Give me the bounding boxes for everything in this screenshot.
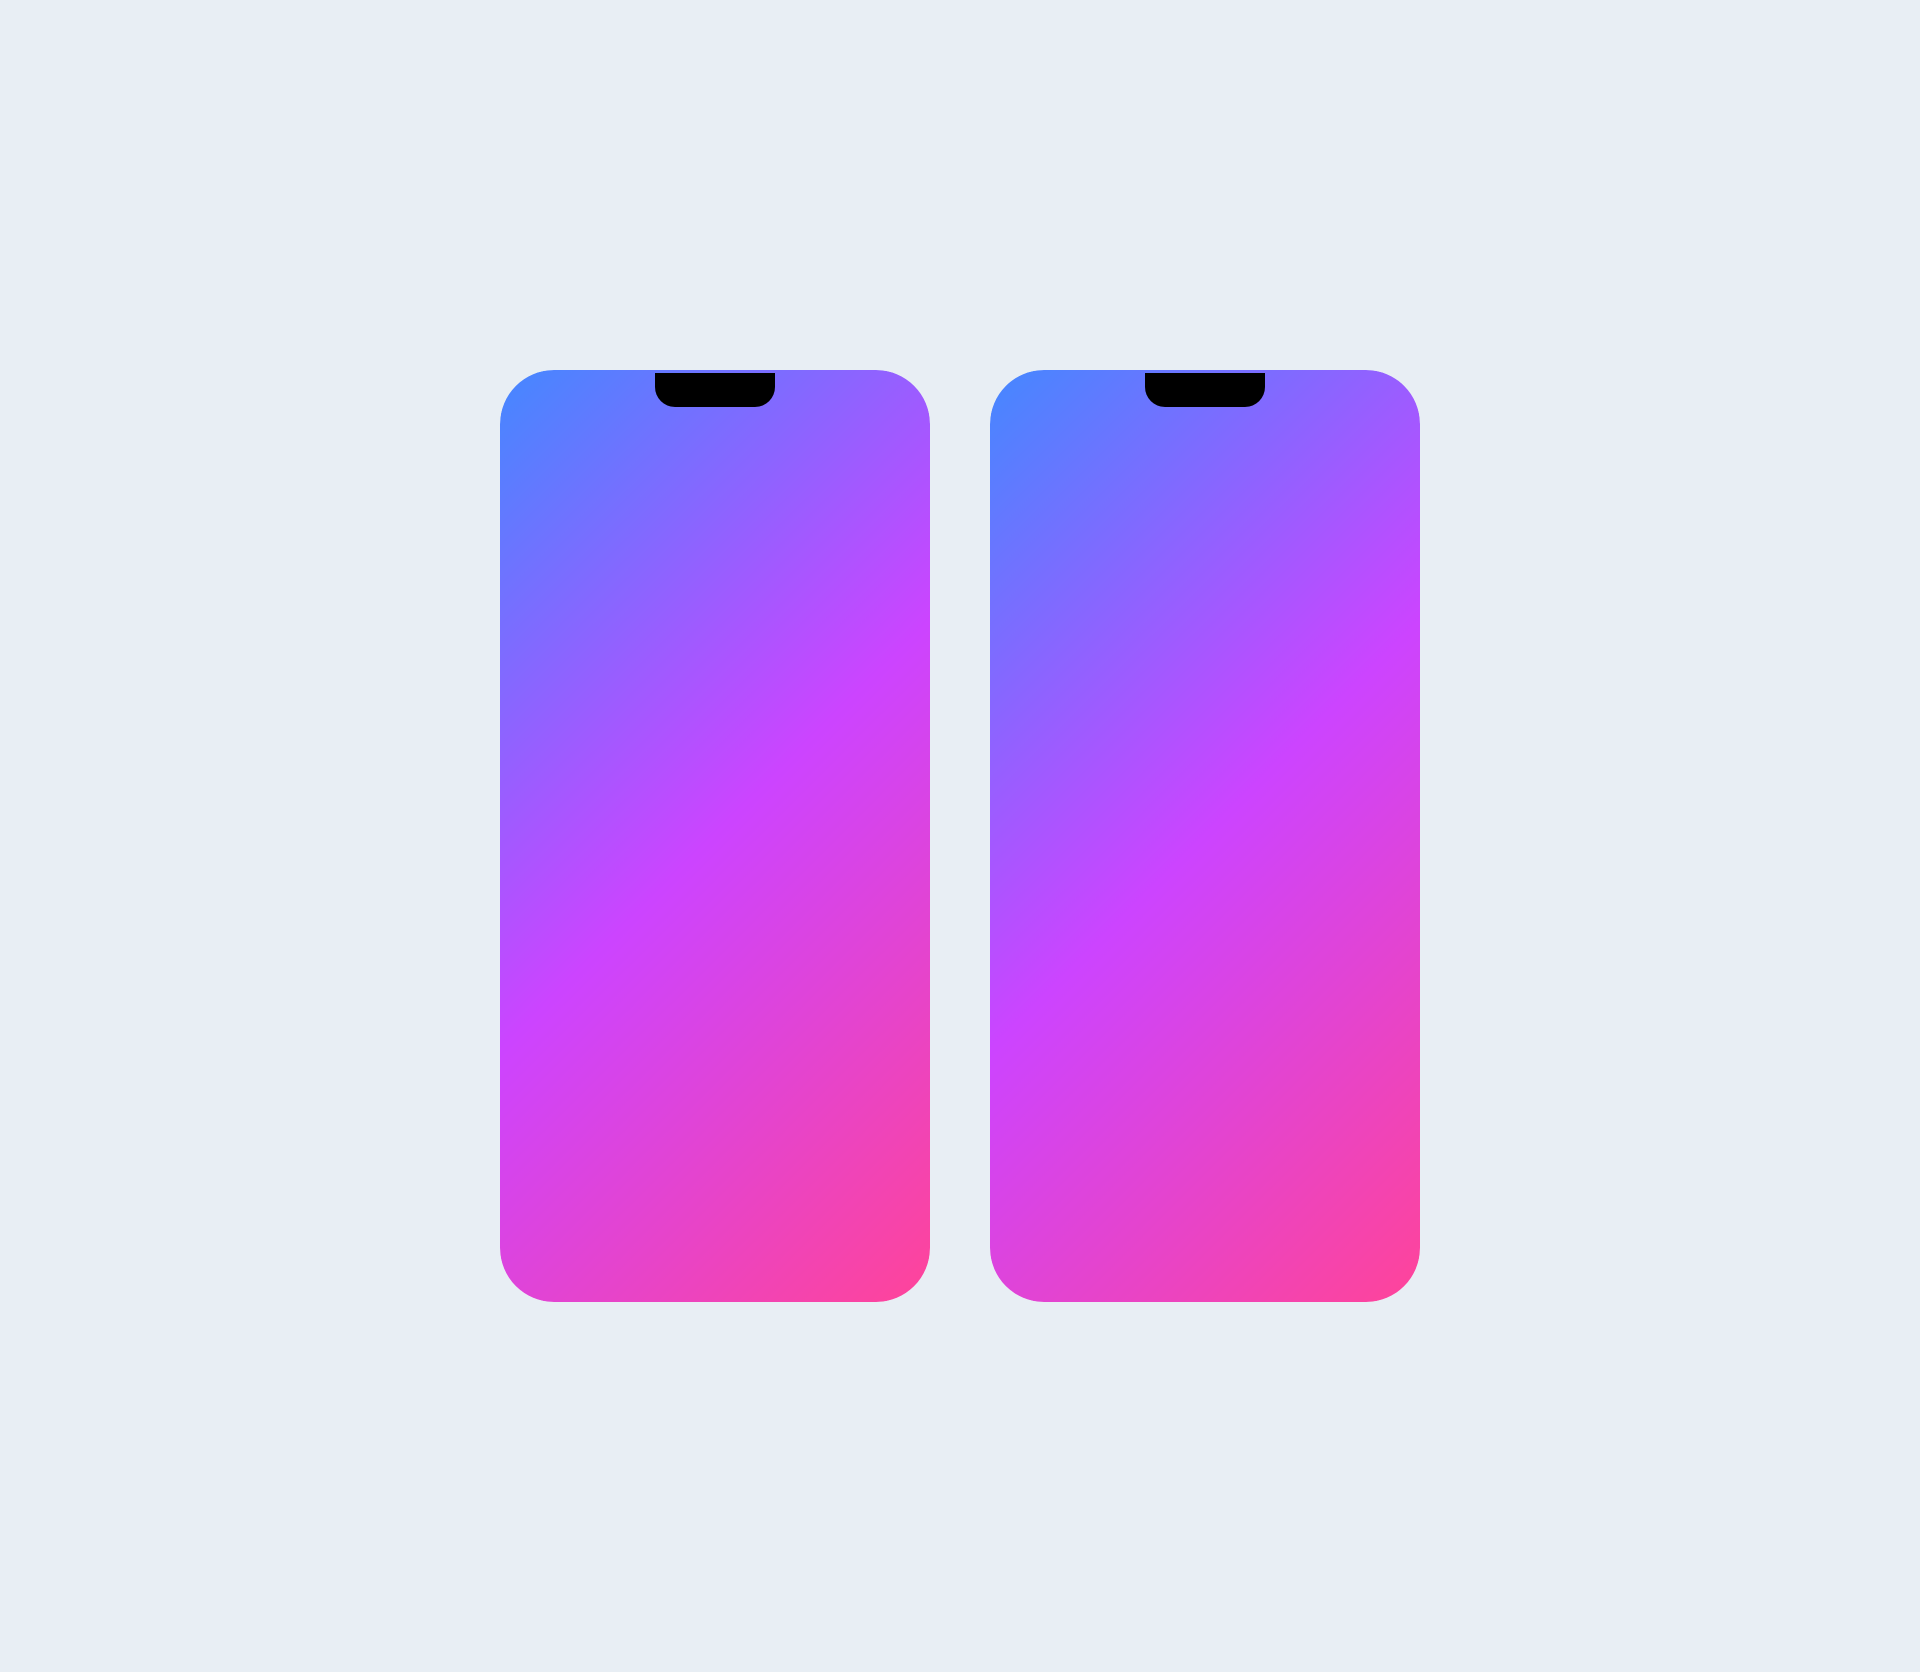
call-header: ← John Smith ••• bbox=[993, 417, 1417, 471]
status-time-right: 09:41 bbox=[1021, 391, 1059, 408]
partial-grid bbox=[503, 941, 927, 1041]
end-call-button[interactable] bbox=[1320, 1192, 1372, 1244]
signal-icon: ↓ bbox=[883, 392, 890, 407]
video-button[interactable] bbox=[1038, 1192, 1090, 1244]
mic-button[interactable] bbox=[1109, 1192, 1161, 1244]
video-icon bbox=[1052, 1206, 1076, 1230]
status-icons-right: ▣ ↓ bbox=[1345, 387, 1389, 411]
card-colorful-partial[interactable] bbox=[720, 941, 911, 1041]
add-person-button[interactable] bbox=[1324, 431, 1348, 461]
call-spacer bbox=[993, 471, 1417, 1299]
phone-inner-right: 😊 bbox=[993, 373, 1417, 1299]
home-indicator-right bbox=[993, 1276, 1417, 1299]
camera-icon-right: ▣ bbox=[1355, 391, 1367, 407]
right-phone: 😊 bbox=[990, 370, 1420, 1302]
colorful-bg bbox=[720, 941, 911, 1041]
status-icons-left: ▣ ↓ bbox=[855, 387, 899, 411]
add-person-icon bbox=[1324, 431, 1348, 455]
phone-notch-left bbox=[655, 373, 775, 407]
camera-icon: ▣ bbox=[865, 391, 877, 407]
forest-glow bbox=[720, 891, 911, 931]
flip-camera-icon bbox=[1263, 1206, 1287, 1230]
status-time-left: 09:41 bbox=[531, 391, 569, 408]
end-call-icon bbox=[1332, 1204, 1360, 1232]
status-pill-right: ▣ ↓ bbox=[1345, 387, 1389, 411]
video-call-content: 09:41 ▣ ↓ ← John Smith bbox=[993, 373, 1417, 1299]
effects-button[interactable] bbox=[1179, 1192, 1231, 1244]
controls-bar bbox=[1009, 1180, 1401, 1256]
flip-button[interactable] bbox=[1249, 1192, 1301, 1244]
call-contact-name: John Smith bbox=[1133, 436, 1231, 457]
phone-inner-left: 09:41 ▣ ↓ bbox=[503, 373, 927, 1299]
left-phone: 09:41 ▣ ↓ bbox=[500, 370, 930, 1302]
call-controls bbox=[993, 1180, 1417, 1299]
phone-notch-right bbox=[1145, 373, 1265, 407]
effects-icon bbox=[1191, 1204, 1219, 1232]
back-button[interactable]: ← bbox=[1017, 432, 1041, 460]
more-options-button[interactable]: ••• bbox=[1364, 433, 1393, 459]
home-bar-right bbox=[1140, 1284, 1270, 1289]
call-actions: ••• bbox=[1324, 431, 1393, 461]
mic-icon bbox=[1123, 1206, 1147, 1230]
status-pill-left: ▣ ↓ bbox=[855, 387, 899, 411]
signal-icon-right: ↓ bbox=[1373, 392, 1380, 407]
